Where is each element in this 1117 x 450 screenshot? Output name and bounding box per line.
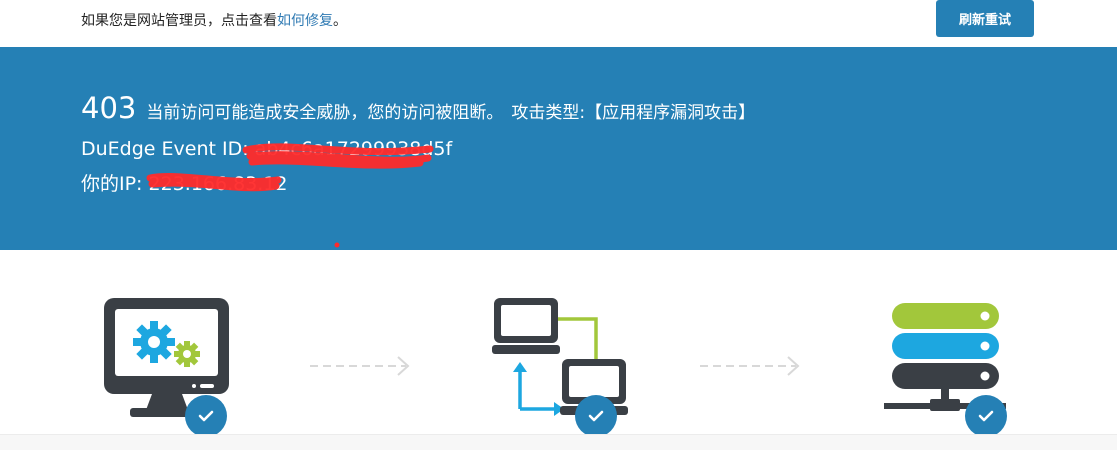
footer-strip — [0, 434, 1117, 450]
check-icon — [965, 395, 1007, 437]
dashed-arrow-icon — [698, 354, 802, 378]
ip-value: 223.166.83.12 — [148, 173, 288, 195]
steps-illustration — [0, 250, 1117, 437]
ip-label: 你的IP: — [81, 173, 149, 195]
status-code: 403 — [81, 91, 137, 125]
error-headline: 403 当前访问可能造成安全威胁，您的访问被阻断。 攻击类型:【应用程序漏洞攻击】 — [81, 88, 755, 133]
admin-notice: 如果您是网站管理员，点击查看如何修复。 — [81, 11, 347, 31]
event-id-value: ab4c6a17299938d5f — [254, 138, 453, 160]
dashed-arrow-icon — [308, 354, 412, 378]
block-message: 当前访问可能造成安全威胁，您的访问被阻断。 — [146, 103, 504, 123]
event-id-label: DuEdge Event ID: — [81, 138, 255, 160]
ip-line: 你的IP: 223.166.83.12 — [81, 169, 288, 196]
refresh-retry-button[interactable]: 刷新重试 — [936, 0, 1034, 37]
error-banner: 403 当前访问可能造成安全威胁，您的访问被阻断。 攻击类型:【应用程序漏洞攻击】 … — [0, 47, 1117, 250]
how-to-fix-link[interactable]: 如何修复 — [277, 13, 333, 29]
check-icon — [185, 395, 227, 437]
notice-text: 如果您是网站管理员，点击查看 — [81, 13, 277, 29]
notice-suffix: 。 — [333, 13, 347, 29]
event-id-line: DuEdge Event ID: ab4c6a17299938d5f — [81, 138, 452, 160]
check-icon — [575, 395, 617, 437]
attack-type: 攻击类型:【应用程序漏洞攻击】 — [511, 103, 756, 123]
top-notice-bar: 如果您是网站管理员，点击查看如何修复。 刷新重试 — [0, 0, 1117, 47]
